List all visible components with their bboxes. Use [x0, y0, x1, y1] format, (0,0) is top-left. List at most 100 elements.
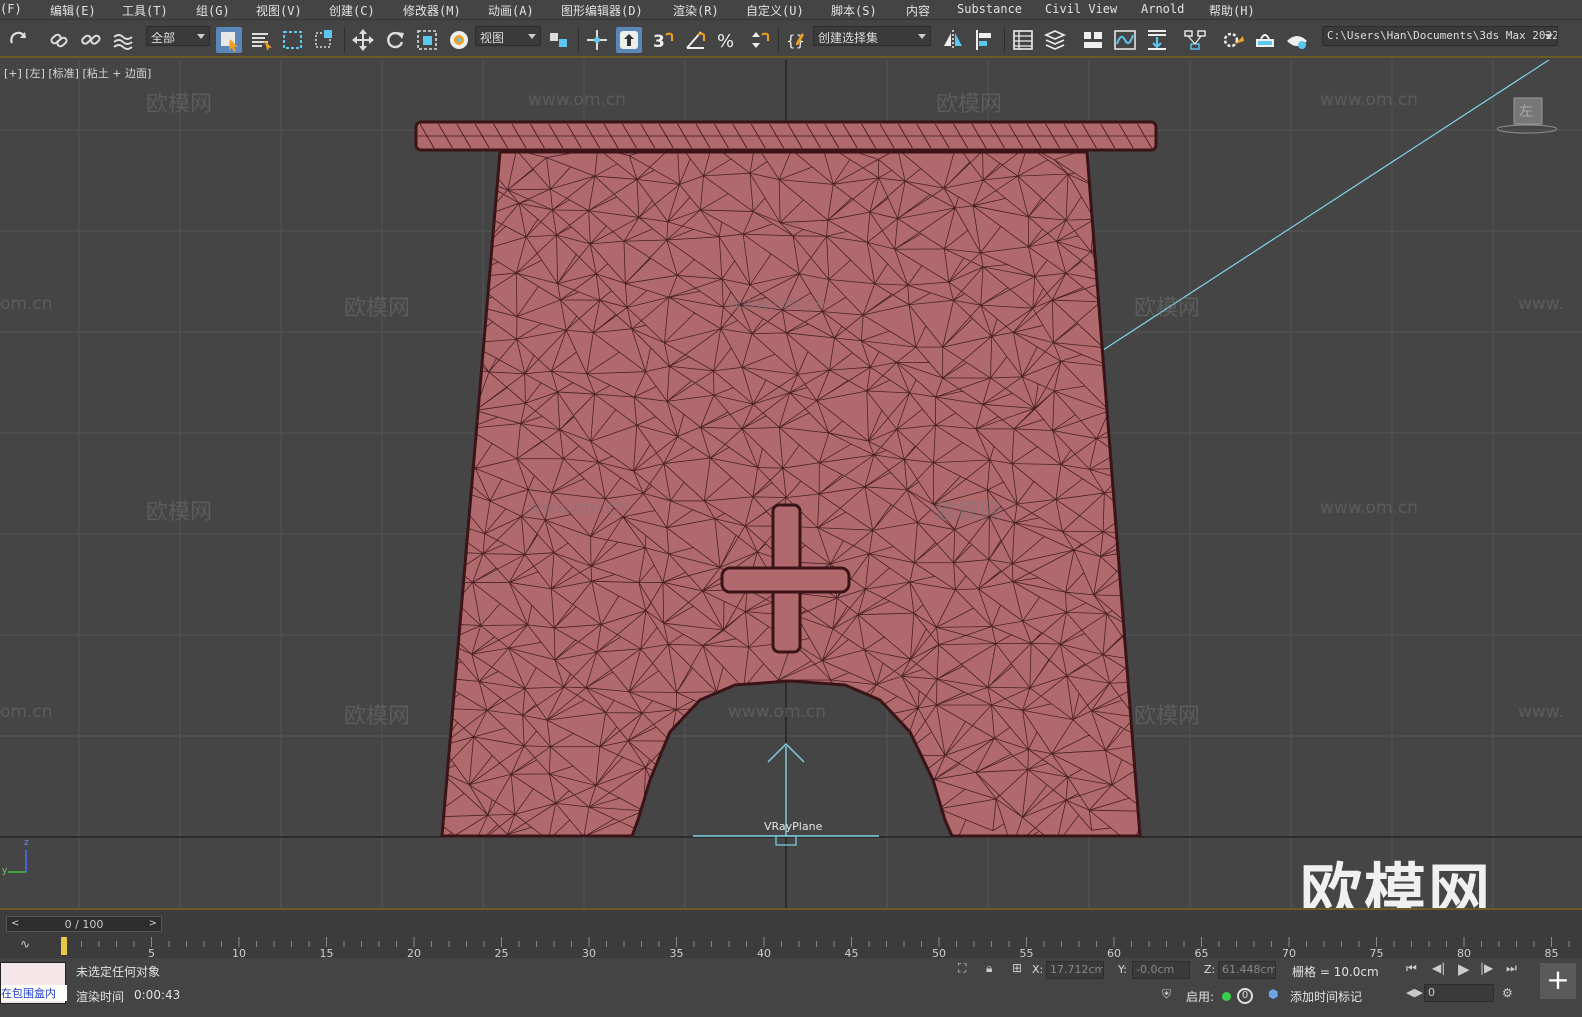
menu-animation[interactable]: 动画(A): [488, 2, 534, 19]
menu-file[interactable]: (F): [0, 2, 22, 16]
track-bar[interactable]: 5 10 15 20 25 30 35 40 45 50 55 60 65 70 75 80 85: [42, 937, 1582, 960]
viewport-label-menu[interactable]: [+] [左] [标准] [粘土 + 边面]: [4, 65, 151, 81]
mini-curve-editor-icon[interactable]: ∿: [20, 937, 30, 951]
bind-space-warp-icon[interactable]: [110, 27, 136, 53]
render-setup-icon[interactable]: [1220, 27, 1246, 53]
render-time-value: 0:00:43: [134, 988, 181, 1002]
render-production-icon[interactable]: [1284, 27, 1310, 53]
menu-scripting[interactable]: 脚本(S): [831, 2, 877, 19]
unlink-icon[interactable]: [78, 27, 104, 53]
watermark: om.cn: [0, 702, 53, 722]
z-coordinate-field[interactable]: 61.448cm: [1218, 961, 1276, 979]
maxscript-listener-mini[interactable]: 在包围盒内: [0, 962, 67, 1004]
next-frame-arrow[interactable]: >: [149, 918, 157, 929]
watermark: 欧模网: [344, 704, 411, 729]
watermark: 欧模网: [146, 92, 213, 117]
isolate-selection-icon[interactable]: ⛶: [958, 961, 966, 976]
time-tag-icon[interactable]: ⬢: [1268, 987, 1278, 1001]
window-crossing-icon[interactable]: [312, 27, 338, 53]
render-time-label: 渲染时间: [76, 990, 125, 1004]
dope-sheet-icon[interactable]: [1144, 27, 1170, 53]
menu-views[interactable]: 视图(V): [256, 2, 302, 19]
link-icon[interactable]: [46, 27, 72, 53]
x-label: X:: [1032, 963, 1044, 976]
x-coordinate-field[interactable]: 17.712cm: [1046, 961, 1104, 979]
watermark: www.om.cn: [1320, 90, 1419, 110]
watermark: www.: [1518, 702, 1564, 722]
project-folder-path[interactable]: C:\Users\Han\Documents\3ds Max 2022: [1322, 26, 1558, 46]
menu-edit[interactable]: 编辑(E): [50, 2, 96, 19]
cross-handle-horizontal: [720, 566, 851, 594]
menu-arnold[interactable]: Arnold: [1141, 2, 1184, 16]
previous-frame-icon[interactable]: ◀︎|: [1432, 961, 1445, 975]
menu-group[interactable]: 组(G): [196, 2, 230, 19]
select-object-icon[interactable]: [216, 27, 242, 53]
pivot-center-icon[interactable]: [546, 27, 572, 53]
watermark: om.cn: [0, 294, 53, 314]
time-configuration-icon[interactable]: ⚙: [1502, 986, 1513, 1000]
reference-coordinate-dropdown[interactable]: 视图: [475, 26, 541, 46]
align-icon[interactable]: [972, 27, 998, 53]
add-time-tag-button[interactable]: 添加时间标记: [1290, 988, 1362, 1005]
rotate-icon[interactable]: [382, 27, 408, 53]
select-by-name-icon[interactable]: [248, 27, 274, 53]
current-frame-marker[interactable]: [61, 937, 67, 955]
menu-create[interactable]: 创建(C): [329, 2, 375, 19]
adaptive-degradation-icon[interactable]: ⛨: [1162, 987, 1171, 1002]
go-to-start-icon[interactable]: ⏮: [1406, 961, 1417, 976]
grid-size-label: 栅格 = 10.0cm: [1292, 965, 1379, 979]
brand-watermark: 欧模网: [1300, 856, 1493, 908]
mirror-icon[interactable]: [940, 27, 966, 53]
place-object-icon[interactable]: [446, 27, 472, 53]
selection-lock-icon[interactable]: 🔒︎: [986, 961, 992, 976]
snaps-toggle-icon[interactable]: 3: [650, 27, 676, 53]
scale-icon[interactable]: [414, 27, 440, 53]
time-slider[interactable]: < 0 / 100 >: [6, 916, 162, 932]
selection-filter-dropdown[interactable]: 全部: [146, 26, 210, 46]
status-bar: 在包围盒内 未选定任何对象 渲染时间 0:00:43 ⛶ 🔒︎ ⊞ X: 17.…: [0, 958, 1582, 1017]
play-icon[interactable]: ▶: [1458, 960, 1470, 978]
menu-modifiers[interactable]: 修改器(M): [403, 2, 461, 19]
named-selection-set-dropdown[interactable]: 创建选择集: [813, 26, 931, 46]
keyboard-shortcut-override-icon[interactable]: [616, 27, 642, 53]
add-button[interactable]: +: [1540, 963, 1576, 999]
menu-help[interactable]: 帮助(H): [1209, 2, 1255, 19]
toggle-ribbon-icon[interactable]: [1080, 27, 1106, 53]
menu-civil-view[interactable]: Civil View: [1045, 2, 1117, 16]
menu-graph-editors[interactable]: 图形编辑器(D): [561, 2, 643, 19]
watermark: 欧模网: [936, 500, 1003, 525]
menu-customize[interactable]: 自定义(U): [746, 2, 804, 19]
watermark: www.: [1518, 294, 1564, 314]
menu-substance[interactable]: Substance: [957, 2, 1022, 16]
menu-rendering[interactable]: 渲染(R): [673, 2, 719, 19]
select-manipulate-icon[interactable]: [584, 27, 610, 53]
z-label: Z:: [1204, 963, 1216, 976]
edit-named-selection-icon[interactable]: {}: [784, 27, 810, 53]
spinner-snap-icon[interactable]: [746, 27, 772, 53]
watermark: www.om.cn: [528, 90, 627, 110]
viewcube-face-label[interactable]: 左: [1519, 101, 1533, 121]
toggle-scene-explorer-icon[interactable]: [1010, 27, 1036, 53]
curve-editor-icon[interactable]: [1112, 27, 1138, 53]
next-frame-icon[interactable]: |▶︎: [1480, 961, 1493, 975]
toggle-layer-explorer-icon[interactable]: [1042, 27, 1068, 53]
schematic-view-icon[interactable]: [1182, 27, 1208, 53]
left-viewport[interactable]: [+] [左] [标准] [粘土 + 边面] 欧模网 www.om.cn 欧模网…: [0, 60, 1582, 908]
current-frame-field[interactable]: 0: [1424, 984, 1494, 1002]
move-icon[interactable]: [350, 27, 376, 53]
y-coordinate-field[interactable]: -0.0cm: [1132, 961, 1190, 979]
redo-icon[interactable]: [6, 27, 32, 53]
watermark: 欧模网: [146, 500, 213, 525]
absolute-mode-icon[interactable]: ⊞: [1012, 961, 1022, 975]
viewcube[interactable]: 左: [1496, 97, 1558, 137]
watermark: 欧模网: [936, 92, 1003, 117]
percent-snap-icon[interactable]: %: [714, 27, 740, 53]
menu-tools[interactable]: 工具(T): [122, 2, 168, 19]
angle-snap-icon[interactable]: [682, 27, 708, 53]
enable-count[interactable]: 0: [1237, 988, 1253, 1004]
menu-content[interactable]: 内容: [906, 2, 930, 19]
go-to-end-icon[interactable]: ⏭: [1506, 961, 1517, 976]
rectangular-selection-icon[interactable]: [280, 27, 306, 53]
key-mode-toggle-icon[interactable]: ◀▶: [1406, 986, 1423, 999]
rendered-frame-window-icon[interactable]: [1252, 27, 1278, 53]
